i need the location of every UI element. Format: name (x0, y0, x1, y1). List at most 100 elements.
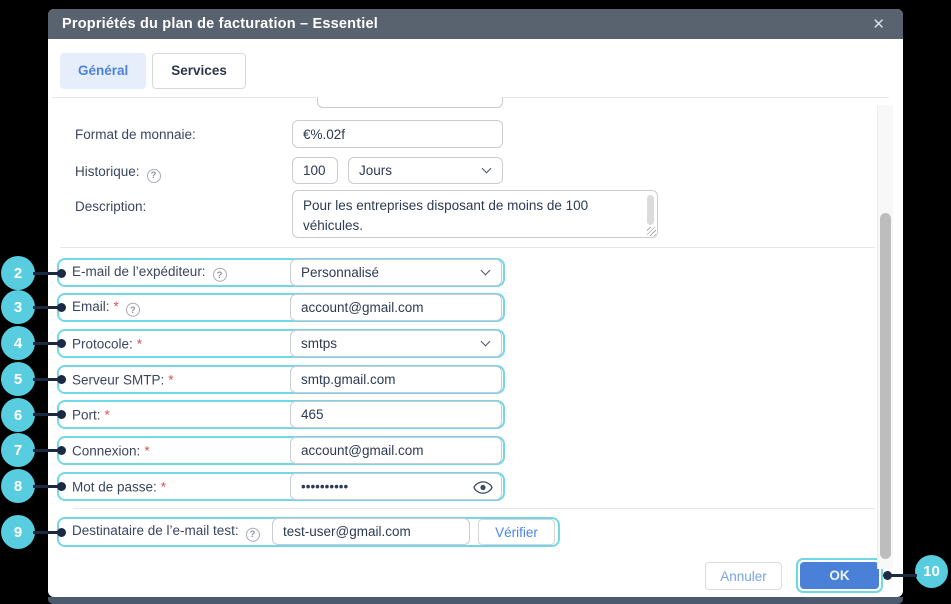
history-value-input[interactable] (292, 157, 338, 184)
login-label-text: Connexion: (72, 443, 141, 458)
description-label: Description: (75, 199, 147, 214)
callout-8: 8 (1, 469, 35, 503)
callout-2: 2 (1, 256, 35, 290)
port-row: Port: * (57, 400, 505, 429)
chevron-down-icon (480, 336, 491, 346)
test-email-recipient-input[interactable] (272, 518, 470, 545)
currency-format-input[interactable] (292, 120, 503, 148)
footer-section-divider (73, 508, 875, 509)
callout-10: 10 (915, 555, 948, 588)
email-label: Email: *? (72, 298, 140, 317)
sender-email-row: E-mail de l’expéditeur:? Personnalisé (57, 258, 505, 287)
required-asterisk: * (113, 298, 119, 314)
required-asterisk: * (160, 479, 167, 494)
callout-8-dot (57, 482, 66, 491)
close-icon[interactable]: ✕ (868, 15, 889, 34)
callout-7-dot (57, 446, 66, 455)
sender-email-value: Personnalisé (301, 265, 380, 280)
password-input[interactable] (290, 473, 502, 500)
password-label: Mot de passe: * (72, 479, 166, 494)
email-row: Email: *? (57, 293, 505, 322)
callout-2-dot (57, 269, 66, 278)
port-input[interactable] (290, 401, 502, 428)
cancel-button[interactable]: Annuler (705, 562, 782, 590)
password-label-text: Mot de passe: (72, 479, 157, 494)
smtp-server-label: Serveur SMTP: * (72, 372, 174, 387)
callout-9-dot (57, 528, 66, 537)
callout-3-dot (57, 303, 66, 312)
eye-icon[interactable] (473, 480, 493, 495)
test-email-recipient-label-text: Destinataire de l’e-mail test: (72, 522, 239, 538)
history-label-text: Historique: (75, 164, 140, 179)
port-label-text: Port: (72, 407, 101, 422)
scrolled-field-remnant[interactable] (317, 97, 503, 108)
ok-button-highlight: OK (796, 558, 883, 593)
history-unit-value: Jours (359, 163, 393, 178)
callout-7-line (33, 449, 60, 452)
textarea-resize-handle[interactable] (647, 227, 656, 236)
callout-5-line (33, 378, 60, 381)
ok-button[interactable]: OK (800, 562, 879, 589)
login-label: Connexion: * (72, 443, 150, 458)
section-divider (60, 247, 875, 248)
port-label: Port: * (72, 407, 110, 422)
login-row: Connexion: * (57, 436, 505, 465)
protocol-row: Protocole: * smtps (57, 329, 505, 358)
dialog-title: Propriétés du plan de facturation – Esse… (62, 16, 378, 32)
help-icon[interactable]: ? (125, 302, 140, 317)
callout-5: 5 (1, 362, 35, 396)
callout-6: 6 (1, 398, 35, 432)
history-label: Historique:? (75, 164, 161, 183)
callout-3-line (33, 306, 60, 309)
dialog-scrollbar[interactable] (877, 105, 893, 569)
callout-5-dot (57, 375, 66, 384)
required-asterisk: * (144, 443, 150, 458)
required-asterisk: * (104, 407, 110, 422)
password-row: Mot de passe: * (57, 472, 505, 501)
protocol-label: Protocole: * (72, 336, 142, 351)
smtp-server-input[interactable] (290, 366, 502, 393)
callout-8-line (33, 485, 60, 488)
scrollbar-thumb[interactable] (880, 213, 891, 559)
help-icon[interactable]: ? (146, 168, 161, 183)
test-email-recipient-label: Destinataire de l’e-mail test:? (72, 523, 260, 542)
required-asterisk: * (136, 336, 143, 351)
sender-email-label: E-mail de l’expéditeur:? (72, 263, 227, 282)
tab-general[interactable]: Général (60, 53, 147, 89)
chevron-down-icon (481, 163, 492, 173)
callout-3: 3 (1, 290, 35, 324)
help-icon[interactable]: ? (212, 267, 227, 282)
textarea-scrollbar-thumb[interactable] (647, 195, 654, 225)
smtp-server-label-text: Serveur SMTP: (72, 372, 165, 387)
callout-9: 9 (1, 515, 35, 549)
email-input[interactable] (290, 294, 502, 321)
callout-10-dot (883, 571, 892, 580)
email-label-text: Email: (72, 298, 110, 314)
tab-services[interactable]: Services (152, 53, 246, 89)
required-asterisk: * (168, 372, 174, 387)
description-textarea[interactable]: Pour les entreprises disposant de moins … (292, 190, 658, 238)
smtp-server-row: Serveur SMTP: * (57, 365, 505, 394)
callout-7: 7 (1, 433, 35, 467)
dialog-header: Propriétés du plan de facturation – Esse… (48, 9, 903, 39)
callout-6-dot (57, 410, 66, 419)
history-unit-select[interactable]: Jours (348, 157, 503, 184)
callout-2-line (33, 272, 60, 275)
callout-4-line (33, 342, 60, 345)
tab-bar: Général Services (60, 53, 246, 89)
callout-6-line (33, 413, 60, 416)
callout-9-line (33, 531, 60, 534)
login-input[interactable] (290, 437, 502, 464)
protocol-select[interactable]: smtps (290, 330, 502, 357)
protocol-value: smtps (301, 336, 338, 351)
sender-email-label-text: E-mail de l’expéditeur: (72, 263, 206, 279)
callout-4: 4 (1, 326, 35, 360)
modal-bottom-shadow (48, 597, 903, 604)
sender-email-select[interactable]: Personnalisé (290, 259, 502, 286)
test-email-recipient-row: Destinataire de l’e-mail test:? Vérifier (57, 517, 560, 547)
help-icon[interactable]: ? (245, 527, 260, 542)
verify-button[interactable]: Vérifier (478, 519, 555, 545)
protocol-label-text: Protocole: (72, 336, 133, 351)
billing-plan-properties-dialog: Propriétés du plan de facturation – Esse… (48, 9, 903, 597)
chevron-down-icon (480, 265, 491, 275)
